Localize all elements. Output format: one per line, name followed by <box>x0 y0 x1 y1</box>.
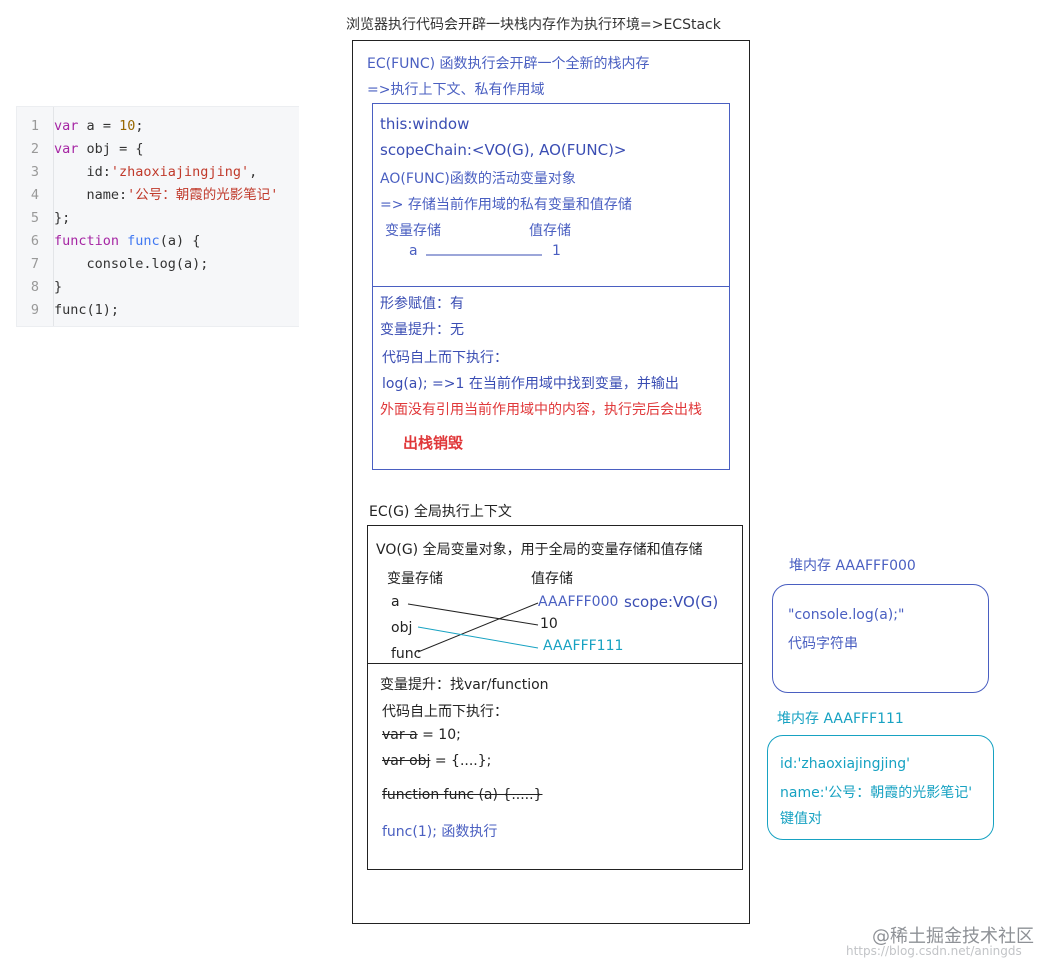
ecstack-title: 浏览器执行代码会开辟一块栈内存作为执行环境=>ECStack <box>346 17 721 33</box>
ao-var-a: a <box>409 243 418 259</box>
pop-note: 外面没有引用当前作用域中的内容，执行完后会出栈 <box>380 402 702 418</box>
heap-obj-desc: 键值对 <box>780 811 822 827</box>
heap-func-desc: 代码字符串 <box>788 636 858 652</box>
func-hoist: 变量提升：无 <box>380 322 464 338</box>
g-var-obj-line: var obj = {....}; <box>382 753 492 769</box>
ao-var-header: 变量存储 <box>385 223 441 239</box>
log-line: log(a); =>1 在当前作用域中找到变量，并输出 <box>382 376 679 392</box>
g-exec: 代码自上而下执行： <box>382 704 508 720</box>
ao-link-line <box>426 254 542 256</box>
vo-val-header: 值存储 <box>531 571 573 587</box>
ao-title: AO(FUNC)函数的活动变量对象 <box>380 171 576 187</box>
heap-obj-id: id:'zhaoxiajingjing' <box>780 756 910 772</box>
g-var-a-line: var a = 10; <box>382 727 461 743</box>
pop-destroy: 出栈销毁 <box>403 434 464 452</box>
ec-func-divider <box>372 286 730 287</box>
g-func-decl: function func (a) {.....} <box>382 787 543 803</box>
vo-link-lines <box>407 602 539 653</box>
func-exec: 代码自上而下执行： <box>382 350 508 366</box>
g-hoist: 变量提升：找var/function <box>380 677 549 693</box>
heap-obj-label: 堆内存 AAAFFF111 <box>777 711 904 727</box>
ec-func-subheading: =>执行上下文、私有作用域 <box>367 82 545 98</box>
ec-func-heading: EC(FUNC) 函数执行会开辟一个全新的栈内存 <box>367 56 650 72</box>
ec-g-heading: EC(G) 全局执行上下文 <box>369 504 512 520</box>
heap-func-label: 堆内存 AAAFFF000 <box>789 558 916 574</box>
scope-chain: scopeChain:<VO(G), AO(FUNC)> <box>380 141 627 159</box>
vo-var-header: 变量存储 <box>387 571 443 587</box>
ao-val-1: 1 <box>552 243 561 259</box>
g-func-call: func(1); 函数执行 <box>382 824 498 840</box>
ao-val-header: 值存储 <box>529 223 571 239</box>
vo-scope: scope:VO(G) <box>624 593 719 611</box>
vo-title: VO(G) 全局变量对象，用于全局的变量存储和值存储 <box>376 542 703 558</box>
ao-desc: => 存储当前作用域的私有变量和值存储 <box>380 197 632 213</box>
code-panel: 1 var a = 10; 2 var obj = { 3 id:'zhaoxi… <box>16 106 299 327</box>
this-binding: this:window <box>380 115 470 133</box>
heap-func-content: "console.log(a);" <box>788 607 905 623</box>
watermark-url: https://blog.csdn.net/aningds <box>846 944 1022 958</box>
heap-obj-name: name:'公号：朝霞的光影笔记' <box>780 785 973 801</box>
param-assign: 形参赋值：有 <box>380 296 464 312</box>
